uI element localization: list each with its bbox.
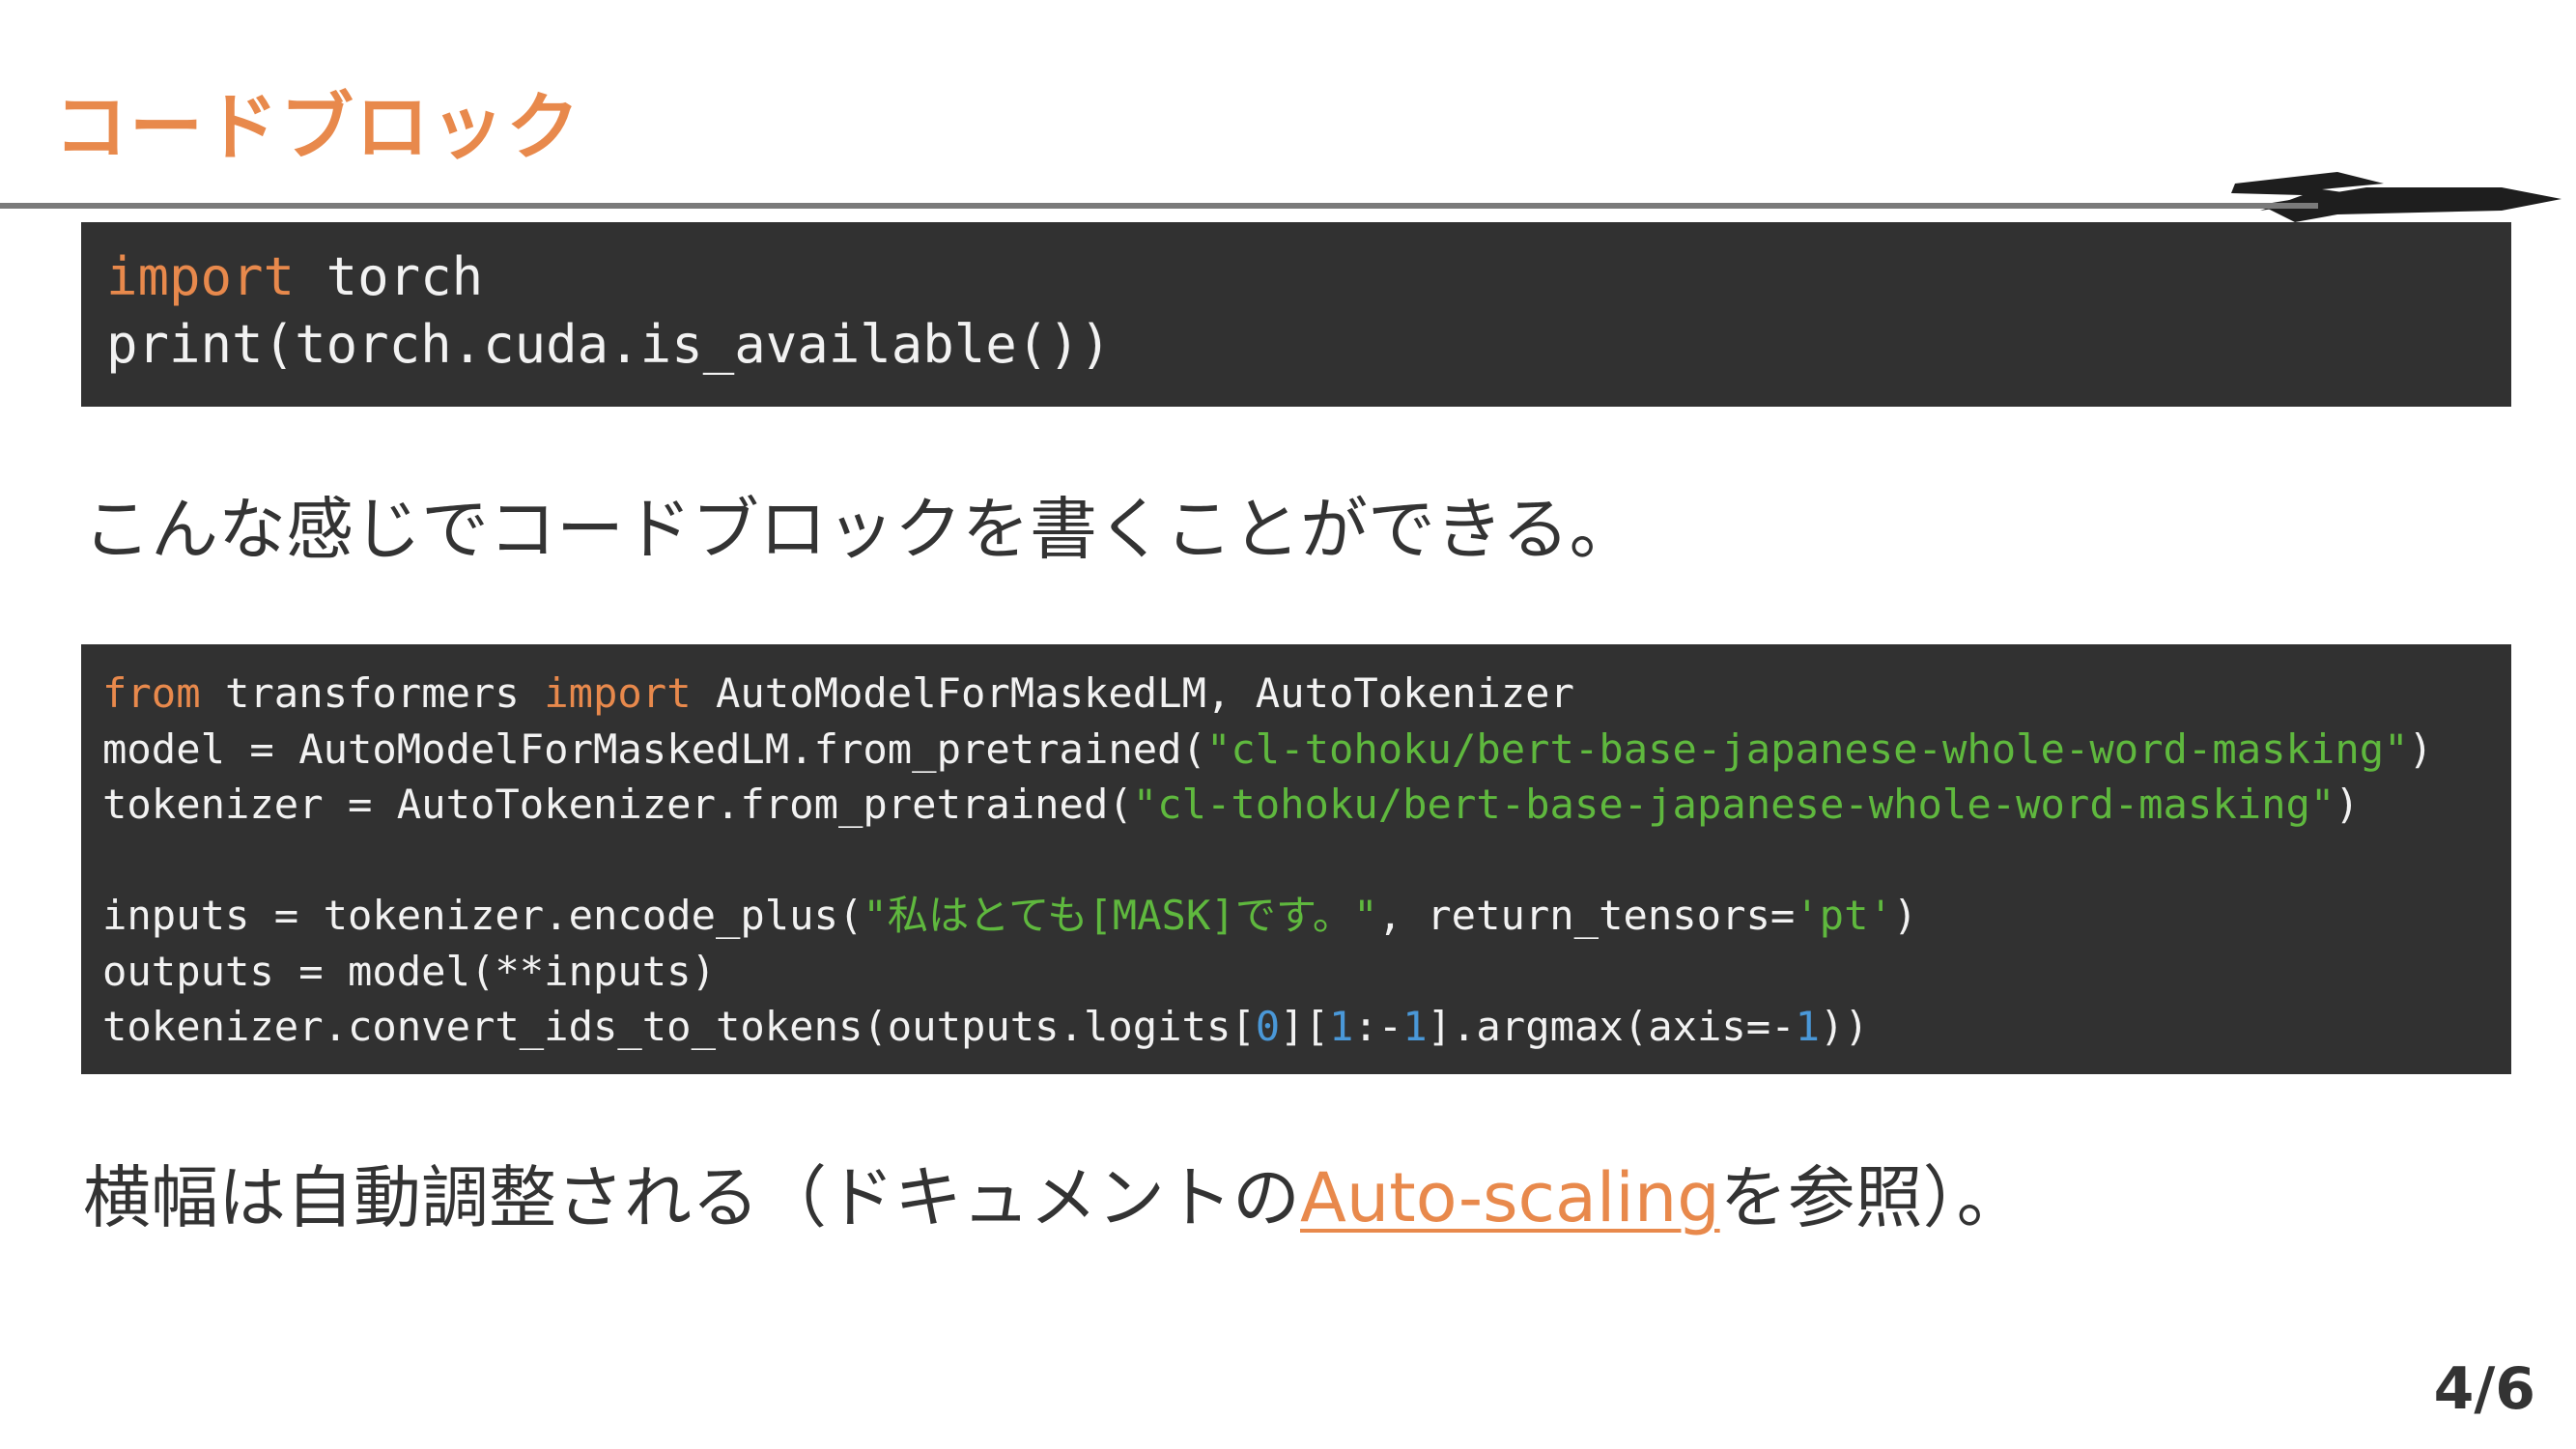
code-keyword: import bbox=[544, 669, 692, 717]
code-line: model = AutoModelForMaskedLM.from_pretra… bbox=[102, 722, 2490, 778]
code-line: import torch bbox=[106, 243, 2486, 311]
code-text: )) bbox=[1820, 1003, 1869, 1050]
auto-scaling-link[interactable]: Auto-scaling bbox=[1300, 1158, 1720, 1237]
code-number: 1 bbox=[1795, 1003, 1821, 1050]
code-line: tokenizer = AutoTokenizer.from_pretraine… bbox=[102, 777, 2490, 833]
code-keyword: import bbox=[106, 246, 296, 307]
auto-scaling-paragraph: 横幅は自動調整される（ドキュメントのAuto-scalingを参照）。 bbox=[83, 1150, 2024, 1246]
code-string: "cl-tohoku/bert-base-japanese-whole-word… bbox=[1132, 781, 2335, 828]
code-string: "私はとても[MASK]です。" bbox=[863, 892, 1378, 939]
code-text: tokenizer = AutoTokenizer.from_pretraine… bbox=[102, 781, 1133, 828]
code-text: :- bbox=[1353, 1003, 1403, 1050]
code-number: 1 bbox=[1328, 1003, 1354, 1050]
code-text: ].argmax(axis=- bbox=[1427, 1003, 1796, 1050]
code-line: print(torch.cuda.is_available()) bbox=[106, 311, 2486, 379]
code-text: model = AutoModelForMaskedLM.from_pretra… bbox=[102, 724, 1206, 773]
page-number: 4/6 bbox=[2433, 1355, 2535, 1423]
code-text: ) bbox=[2335, 781, 2360, 828]
code-text: transformers bbox=[200, 669, 545, 717]
code-text: print(torch.cuda.is_available()) bbox=[106, 314, 1112, 375]
slide-title: コードブロック bbox=[54, 84, 581, 170]
code-text: torch bbox=[295, 246, 484, 307]
code-text: AutoModelForMaskedLM, AutoTokenizer bbox=[691, 669, 1574, 717]
code-text: outputs = model(**inputs) bbox=[102, 947, 716, 995]
code-line: tokenizer.convert_ids_to_tokens(outputs.… bbox=[102, 999, 2490, 1055]
code-string: 'pt' bbox=[1795, 892, 1893, 939]
code-line: inputs = tokenizer.encode_plus("私はとても[MA… bbox=[102, 888, 2490, 944]
code-text: tokenizer.convert_ids_to_tokens(outputs.… bbox=[102, 1003, 1256, 1050]
code-text: inputs = tokenizer.encode_plus( bbox=[102, 892, 863, 939]
code-line: outputs = model(**inputs) bbox=[102, 944, 2490, 1000]
code-text: ][ bbox=[1280, 1003, 1329, 1050]
code-block-transformers: from transformers import AutoModelForMas… bbox=[81, 644, 2511, 1074]
paragraph-text-before: 横幅は自動調整される（ドキュメントの bbox=[83, 1158, 1300, 1237]
code-keyword: from bbox=[102, 669, 201, 717]
code-text: ) bbox=[1892, 892, 1918, 939]
header-divider bbox=[0, 203, 2337, 209]
code-block-torch: import torch print(torch.cuda.is_availabl… bbox=[81, 222, 2511, 407]
code-string: "cl-tohoku/bert-base-japanese-whole-word… bbox=[1205, 724, 2409, 773]
code-number: 0 bbox=[1255, 1003, 1281, 1050]
paragraph-text-after: を参照）。 bbox=[1719, 1158, 2024, 1237]
code-line: from transformers import AutoModelForMas… bbox=[102, 666, 2490, 722]
code-text: , return_tensors= bbox=[1377, 892, 1796, 939]
arrow-ornament-icon bbox=[2222, 172, 2562, 222]
code-number: 1 bbox=[1402, 1003, 1428, 1050]
code-text: ) bbox=[2408, 724, 2433, 773]
description-paragraph: こんな感じでコードブロックを書くことができる。 bbox=[83, 490, 1637, 569]
